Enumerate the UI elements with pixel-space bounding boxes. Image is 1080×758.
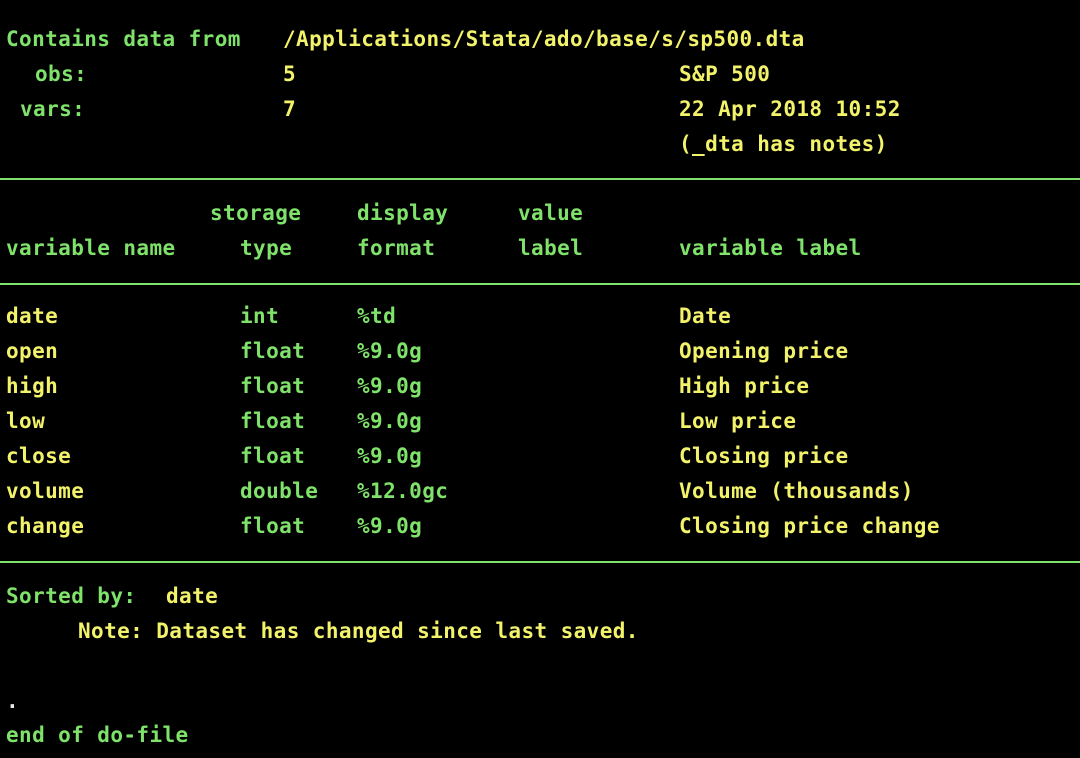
- var-label: Date: [679, 304, 732, 328]
- vars-value: 7: [283, 97, 297, 121]
- col-storage-top: storage: [210, 201, 302, 225]
- sorted-by-label: Sorted by:: [6, 584, 137, 608]
- var-format: %12.0gc: [357, 479, 449, 503]
- var-label: High price: [679, 374, 810, 398]
- table-row: date int %td Date: [0, 303, 1080, 338]
- var-type: float: [240, 444, 306, 468]
- var-label: Low price: [679, 409, 797, 433]
- var-type: double: [240, 479, 319, 503]
- obs-value: 5: [283, 62, 297, 86]
- col-display-top: display: [357, 201, 449, 225]
- command-prompt: .: [6, 689, 20, 713]
- col-variable-name: variable name: [6, 236, 176, 260]
- table-row: close float %9.0g Closing price: [0, 443, 1080, 478]
- stata-results-window: Contains data from /Applications/Stata/a…: [0, 0, 1080, 758]
- table-row: volume double %12.0gc Volume (thousands): [0, 478, 1080, 513]
- sorted-by-value: date: [166, 584, 219, 608]
- table-row: change float %9.0g Closing price change: [0, 513, 1080, 548]
- var-type: float: [240, 514, 306, 538]
- end-of-do-file: end of do-file: [6, 723, 189, 747]
- var-format: %9.0g: [357, 374, 423, 398]
- var-name: date: [6, 304, 59, 328]
- table-row: open float %9.0g Opening price: [0, 338, 1080, 373]
- divider-bottom: [0, 561, 1080, 563]
- table-row: low float %9.0g Low price: [0, 408, 1080, 443]
- col-type: type: [240, 236, 293, 260]
- dataset-changed-note: Note: Dataset has changed since last sav…: [78, 619, 639, 643]
- col-variable-label: variable label: [679, 236, 862, 260]
- dataset-notes: (_dta has notes): [679, 132, 888, 156]
- var-name: low: [6, 409, 46, 433]
- contains-label: Contains data from: [6, 27, 241, 51]
- var-name: volume: [6, 479, 85, 503]
- divider-header: [0, 283, 1080, 285]
- dataset-label: S&P 500: [679, 62, 771, 86]
- var-format: %9.0g: [357, 514, 423, 538]
- var-label: Closing price: [679, 444, 849, 468]
- var-type: float: [240, 339, 306, 363]
- var-label: Closing price change: [679, 514, 940, 538]
- variables-table: date int %td Date open float %9.0g Openi…: [0, 303, 1080, 548]
- obs-label: obs:: [35, 62, 88, 86]
- var-name: close: [6, 444, 72, 468]
- col-format: format: [357, 236, 436, 260]
- var-type: int: [240, 304, 280, 328]
- var-format: %9.0g: [357, 409, 423, 433]
- dataset-timestamp: 22 Apr 2018 10:52: [679, 97, 901, 121]
- dataset-path: /Applications/Stata/ado/base/s/sp500.dta: [283, 27, 805, 51]
- var-name: high: [6, 374, 59, 398]
- var-type: float: [240, 374, 306, 398]
- var-name: open: [6, 339, 59, 363]
- var-format: %9.0g: [357, 339, 423, 363]
- var-label: Opening price: [679, 339, 849, 363]
- var-label: Volume (thousands): [679, 479, 914, 503]
- table-row: high float %9.0g High price: [0, 373, 1080, 408]
- divider-top: [0, 178, 1080, 180]
- var-name: change: [6, 514, 85, 538]
- var-format: %9.0g: [357, 444, 423, 468]
- col-value-label: label: [518, 236, 584, 260]
- var-format: %td: [357, 304, 397, 328]
- col-value-top: value: [518, 201, 584, 225]
- var-type: float: [240, 409, 306, 433]
- vars-label: vars:: [20, 97, 86, 121]
